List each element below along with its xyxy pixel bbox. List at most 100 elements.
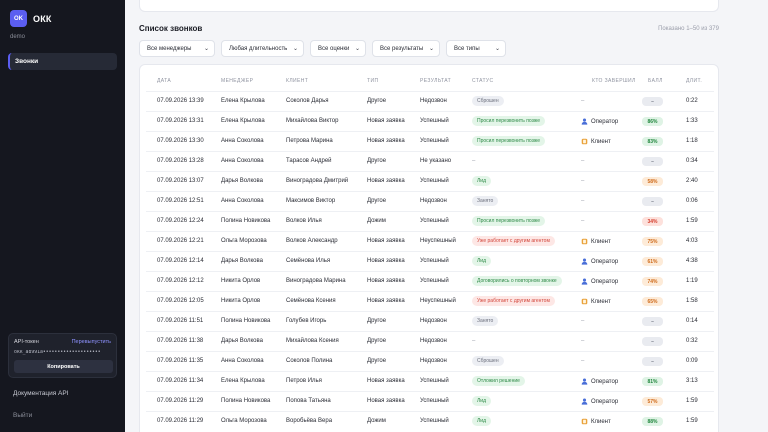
cell-date: 07.09.2026 11:51	[157, 318, 204, 324]
table-row[interactable]: 07.09.2026 13:39 Елена Крылова Соколов Дар…	[146, 91, 714, 111]
cell-ended-by: –	[581, 198, 584, 204]
table-row[interactable]: 07.09.2026 12:51 Анна Соколова Максимов Ви…	[146, 191, 714, 211]
score-badge: 34%	[642, 217, 663, 226]
operator-icon	[581, 118, 588, 125]
ended-by-label: Клиент	[591, 238, 611, 245]
cell-duration: 0:32	[686, 338, 698, 344]
cell-client: Тарасов Андрей	[286, 158, 332, 164]
api-docs-link[interactable]: Документация API	[13, 390, 69, 397]
column-header-result[interactable]: Результат	[420, 78, 451, 84]
status-badge: Лид	[472, 416, 491, 426]
status-badge: Уже работает с другим агентом	[472, 296, 555, 306]
cell-result: Неуспешный	[420, 238, 456, 244]
results-count: Показано 1–50 из 379	[658, 26, 719, 32]
cell-duration: 0:34	[686, 158, 698, 164]
table-row[interactable]: 07.09.2026 11:34 Елена Крылова Петров Илья…	[146, 371, 714, 391]
logout-link[interactable]: Выйти	[13, 412, 32, 419]
cell-manager: Полина Новикова	[221, 398, 271, 404]
cell-type: Новая заявка	[367, 378, 405, 384]
cell-result: Успешный	[420, 398, 449, 404]
filter-duration[interactable]: Любая длительность ⌄	[221, 40, 304, 57]
table-row[interactable]: 07.09.2026 12:21 Ольга Морозова Волков Але…	[146, 231, 714, 251]
cell-manager: Анна Соколова	[221, 358, 264, 364]
logo[interactable]: OK ОКК	[10, 10, 52, 27]
table-row[interactable]: 07.09.2026 11:29 Полина Новикова Попова Та…	[146, 391, 714, 411]
cell-result: Успешный	[420, 418, 449, 424]
table-row[interactable]: 07.09.2026 12:12 Никита Орлов Виноградова …	[146, 271, 714, 291]
operator-icon	[581, 378, 588, 385]
column-header-type[interactable]: Тип	[367, 78, 378, 84]
cell-ended-by: Клиент	[581, 138, 611, 145]
cell-type: Другое	[367, 98, 387, 104]
cell-ended-by: –	[581, 338, 584, 344]
api-token-card: API-токен Перевыпустить okk_a8991a••••••…	[8, 333, 117, 378]
ended-by-label: Оператор	[591, 118, 619, 125]
filter-manager[interactable]: Все менеджеры ⌄	[139, 40, 215, 57]
cell-client: Петрова Марина	[286, 138, 333, 144]
table-row[interactable]: 07.09.2026 13:07 Дарья Волкова Виноградова…	[146, 171, 714, 191]
column-header-manager[interactable]: Менеджер	[221, 78, 253, 84]
api-token-title: API-токен	[14, 339, 39, 345]
filter-score[interactable]: Все оценки ⌄	[310, 40, 366, 57]
cell-client: Петров Илья	[286, 378, 322, 384]
cell-ended-by: –	[581, 358, 584, 364]
cell-type: Новая заявка	[367, 178, 405, 184]
filter-type[interactable]: Все типы ⌄	[446, 40, 506, 57]
copy-token-button[interactable]: Копировать	[14, 360, 113, 373]
column-header-date[interactable]: Дата	[157, 78, 171, 84]
score-badge: –	[642, 317, 663, 326]
table-row[interactable]: 07.09.2026 12:05 Никита Орлов Семёнова Ксе…	[146, 291, 714, 311]
score-badge: 88%	[642, 417, 663, 426]
logo-icon: OK	[10, 10, 27, 27]
table-row[interactable]: 07.09.2026 11:29 Ольга Морозова Воробьёва …	[146, 411, 714, 431]
column-header-duration[interactable]: Длит.	[686, 78, 702, 84]
cell-ended-by: –	[581, 158, 584, 164]
cell-result: Недозвон	[420, 198, 447, 204]
table-row[interactable]: 07.09.2026 11:38 Дарья Волкова Михайлова К…	[146, 331, 714, 351]
cell-type: Другое	[367, 198, 387, 204]
reissue-token-link[interactable]: Перевыпустить	[72, 339, 111, 345]
cell-client: Михайлова Виктор	[286, 118, 339, 124]
status-badge: Отложил решение	[472, 376, 525, 386]
column-header-status[interactable]: Статус	[472, 78, 494, 84]
score-badge: 83%	[642, 137, 663, 146]
cell-result: Успешный	[420, 118, 449, 124]
cell-manager: Елена Крылова	[221, 98, 265, 104]
column-header-client[interactable]: Клиент	[286, 78, 308, 84]
score-badge: 81%	[642, 377, 663, 386]
top-summary-card	[139, 0, 719, 12]
ended-by-label: Оператор	[591, 398, 619, 405]
cell-duration: 0:09	[686, 358, 698, 364]
chevron-down-icon: ⌄	[494, 46, 500, 52]
table-row[interactable]: 07.09.2026 12:14 Дарья Волкова Семёнова Ил…	[146, 251, 714, 271]
ended-by-label: –	[581, 98, 585, 104]
cell-client: Михайлова Ксения	[286, 338, 339, 344]
cell-type: Другое	[367, 358, 387, 364]
cell-status: –	[472, 338, 476, 344]
table-row[interactable]: 07.09.2026 13:30 Анна Соколова Петрова Мар…	[146, 131, 714, 151]
score-badge: 86%	[642, 117, 663, 126]
status-badge: Лид	[472, 176, 491, 186]
table-row[interactable]: 07.09.2026 12:24 Полина Новикова Волков Ил…	[146, 211, 714, 231]
cell-duration: 0:22	[686, 98, 698, 104]
chevron-down-icon: ⌄	[292, 46, 298, 52]
score-badge: 75%	[642, 237, 663, 246]
cell-result: Успешный	[420, 178, 449, 184]
status-badge: Занято	[472, 316, 499, 326]
table-row[interactable]: 07.09.2026 11:35 Анна Соколова Соколов Пол…	[146, 351, 714, 371]
cell-client: Волков Александр	[286, 238, 338, 244]
cell-duration: 1:19	[686, 278, 698, 284]
cell-date: 07.09.2026 13:07	[157, 178, 204, 184]
column-header-ended-by[interactable]: Кто завершил	[592, 78, 636, 84]
cell-type: Новая заявка	[367, 138, 405, 144]
table-row[interactable]: 07.09.2026 13:28 Анна Соколова Тарасов Анд…	[146, 151, 714, 171]
filter-result[interactable]: Все результаты ⌄	[372, 40, 440, 57]
cell-duration: 1:59	[686, 218, 698, 224]
column-header-score[interactable]: Балл	[648, 78, 663, 84]
client-icon	[581, 298, 588, 305]
cell-client: Виноградова Марина	[286, 278, 346, 284]
table-row[interactable]: 07.09.2026 13:31 Елена Крылова Михайлова В…	[146, 111, 714, 131]
sidebar-item-calls[interactable]: Звонки	[8, 53, 117, 70]
table-row[interactable]: 07.09.2026 11:51 Полина Новикова Голубев И…	[146, 311, 714, 331]
status-badge: Сброшен	[472, 96, 504, 106]
